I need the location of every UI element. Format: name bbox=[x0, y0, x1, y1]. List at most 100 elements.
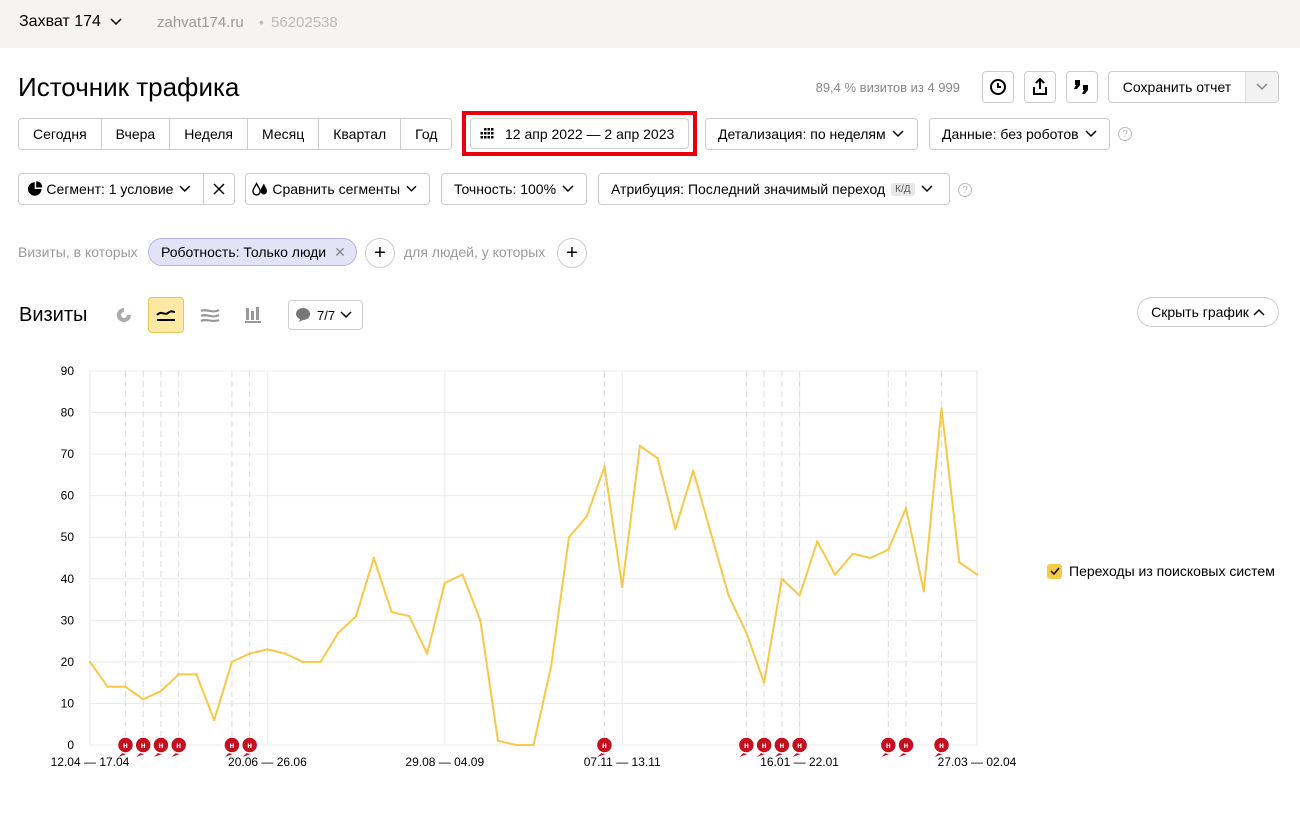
segment-dropdown[interactable]: Сегмент: 1 условие bbox=[18, 173, 204, 205]
data-point bbox=[514, 743, 517, 747]
site-domain[interactable]: zahvat174.ru bbox=[157, 14, 244, 31]
compare-segments-dropdown[interactable]: Сравнить сегменты bbox=[245, 173, 430, 205]
calendar-icon bbox=[480, 127, 494, 138]
legend-label: Переходы из поисковых систем bbox=[1069, 563, 1275, 579]
note-marker-label: н bbox=[123, 741, 128, 750]
data-point bbox=[958, 560, 961, 564]
data-point bbox=[550, 664, 553, 668]
x-tick-label: 16.01 — 22.01 bbox=[760, 755, 839, 769]
y-tick-label: 70 bbox=[61, 447, 75, 461]
add-filter-button[interactable]: + bbox=[365, 238, 395, 268]
period-today[interactable]: Сегодня bbox=[19, 119, 102, 149]
notes-dropdown[interactable]: 7/7 bbox=[288, 300, 363, 330]
date-range-label: 12 апр 2022 — 2 апр 2023 bbox=[505, 125, 675, 142]
counter-id: 56202538 bbox=[271, 14, 338, 31]
period-yesterday[interactable]: Вчера bbox=[101, 119, 171, 149]
chart-type-line[interactable] bbox=[148, 297, 184, 333]
chevron-down-icon[interactable] bbox=[1246, 72, 1278, 102]
close-icon[interactable]: ✕ bbox=[334, 244, 346, 261]
data-point bbox=[142, 698, 145, 701]
site-name[interactable]: Захват 174 bbox=[19, 13, 101, 31]
segment-clear-button[interactable] bbox=[203, 173, 235, 205]
y-tick-label: 50 bbox=[61, 530, 75, 544]
note-marker-label: н bbox=[762, 741, 767, 750]
period-year[interactable]: Год bbox=[401, 119, 452, 149]
data-point bbox=[727, 594, 730, 597]
legend-checkbox[interactable] bbox=[1047, 563, 1062, 579]
period-week[interactable]: Неделя bbox=[170, 119, 249, 149]
add-people-filter-button[interactable]: + bbox=[557, 238, 587, 268]
data-point bbox=[301, 660, 305, 664]
note-marker-label: н bbox=[886, 741, 891, 750]
data-point bbox=[869, 556, 872, 560]
data-point bbox=[816, 540, 819, 543]
data-point bbox=[425, 652, 429, 655]
notes-count: 7/7 bbox=[317, 307, 336, 323]
data-point bbox=[780, 577, 784, 580]
help-icon[interactable]: ? bbox=[1118, 127, 1132, 141]
chevron-down-icon bbox=[340, 311, 352, 319]
y-tick-label: 60 bbox=[61, 489, 75, 503]
chart-legend[interactable]: Переходы из поисковых систем bbox=[1047, 563, 1275, 579]
hide-chart-label: Скрыть график bbox=[1151, 304, 1249, 320]
period-selector: Сегодня Вчера Неделя Месяц Квартал Год bbox=[18, 118, 453, 150]
chevron-down-icon bbox=[921, 185, 933, 193]
data-point bbox=[887, 548, 890, 551]
data-point bbox=[443, 581, 446, 585]
data-mode-label: Данные: без роботов bbox=[942, 126, 1079, 142]
chart-type-pie[interactable] bbox=[106, 297, 142, 333]
chevron-down-icon bbox=[406, 185, 417, 192]
data-point bbox=[638, 444, 642, 447]
data-point bbox=[106, 685, 109, 689]
note-marker-label: н bbox=[247, 741, 252, 750]
export-button[interactable] bbox=[1024, 71, 1056, 103]
data-point bbox=[904, 506, 908, 510]
x-tick-label: 20.06 — 26.06 bbox=[228, 755, 307, 769]
chart-type-area[interactable] bbox=[192, 297, 228, 333]
data-point bbox=[940, 407, 943, 410]
note-marker-label: н bbox=[141, 741, 146, 750]
attribution-dropdown[interactable]: Атрибуция: Последний значимый переход К/… bbox=[598, 173, 950, 205]
chevron-down-icon bbox=[892, 130, 904, 138]
chart-type-bars[interactable] bbox=[235, 297, 271, 333]
drops-icon bbox=[252, 182, 267, 196]
x-tick-label: 07.11 — 13.11 bbox=[584, 755, 661, 769]
data-point bbox=[833, 573, 837, 576]
x-tick-label: 12.04 — 17.04 bbox=[51, 755, 130, 769]
help-icon[interactable]: ? bbox=[958, 183, 972, 197]
y-tick-label: 80 bbox=[61, 406, 75, 420]
data-point bbox=[230, 660, 234, 664]
save-report-button[interactable]: Сохранить отчет bbox=[1108, 71, 1279, 103]
save-report-label[interactable]: Сохранить отчет bbox=[1109, 72, 1246, 102]
filter-chip-robotness[interactable]: Роботность: Только люди ✕ bbox=[148, 238, 357, 266]
data-mode-dropdown[interactable]: Данные: без роботов bbox=[929, 118, 1110, 150]
data-point bbox=[372, 556, 376, 560]
note-marker-label: н bbox=[229, 741, 234, 750]
data-point bbox=[745, 631, 748, 634]
accuracy-dropdown[interactable]: Точность: 100% bbox=[441, 173, 587, 205]
quote-button[interactable] bbox=[1066, 71, 1098, 103]
data-point bbox=[496, 739, 500, 743]
period-month[interactable]: Месяц bbox=[248, 119, 320, 149]
data-point bbox=[195, 673, 198, 676]
comment-icon bbox=[296, 308, 310, 322]
hide-chart-button[interactable]: Скрыть график bbox=[1137, 297, 1279, 327]
chevron-down-icon bbox=[1085, 130, 1097, 138]
y-tick-label: 10 bbox=[61, 696, 75, 710]
history-button[interactable] bbox=[982, 71, 1014, 103]
detail-dropdown[interactable]: Детализация: по неделям bbox=[705, 118, 918, 150]
chevron-down-icon[interactable] bbox=[110, 15, 122, 29]
note-marker-label: н bbox=[939, 741, 944, 750]
date-range-picker[interactable]: 12 апр 2022 — 2 апр 2023 bbox=[470, 118, 689, 149]
data-point bbox=[88, 660, 92, 664]
period-quarter[interactable]: Квартал bbox=[319, 119, 402, 149]
note-marker-label: н bbox=[176, 741, 181, 750]
note-marker-label: н bbox=[904, 741, 909, 750]
export-icon bbox=[1033, 78, 1047, 95]
segment-label: Сегмент: 1 условие bbox=[46, 181, 174, 197]
data-point bbox=[479, 619, 482, 622]
pie-icon bbox=[27, 181, 43, 196]
note-marker-label: н bbox=[779, 741, 784, 750]
filter-prefix: Визиты, в которых bbox=[18, 244, 138, 260]
data-point bbox=[354, 614, 358, 618]
